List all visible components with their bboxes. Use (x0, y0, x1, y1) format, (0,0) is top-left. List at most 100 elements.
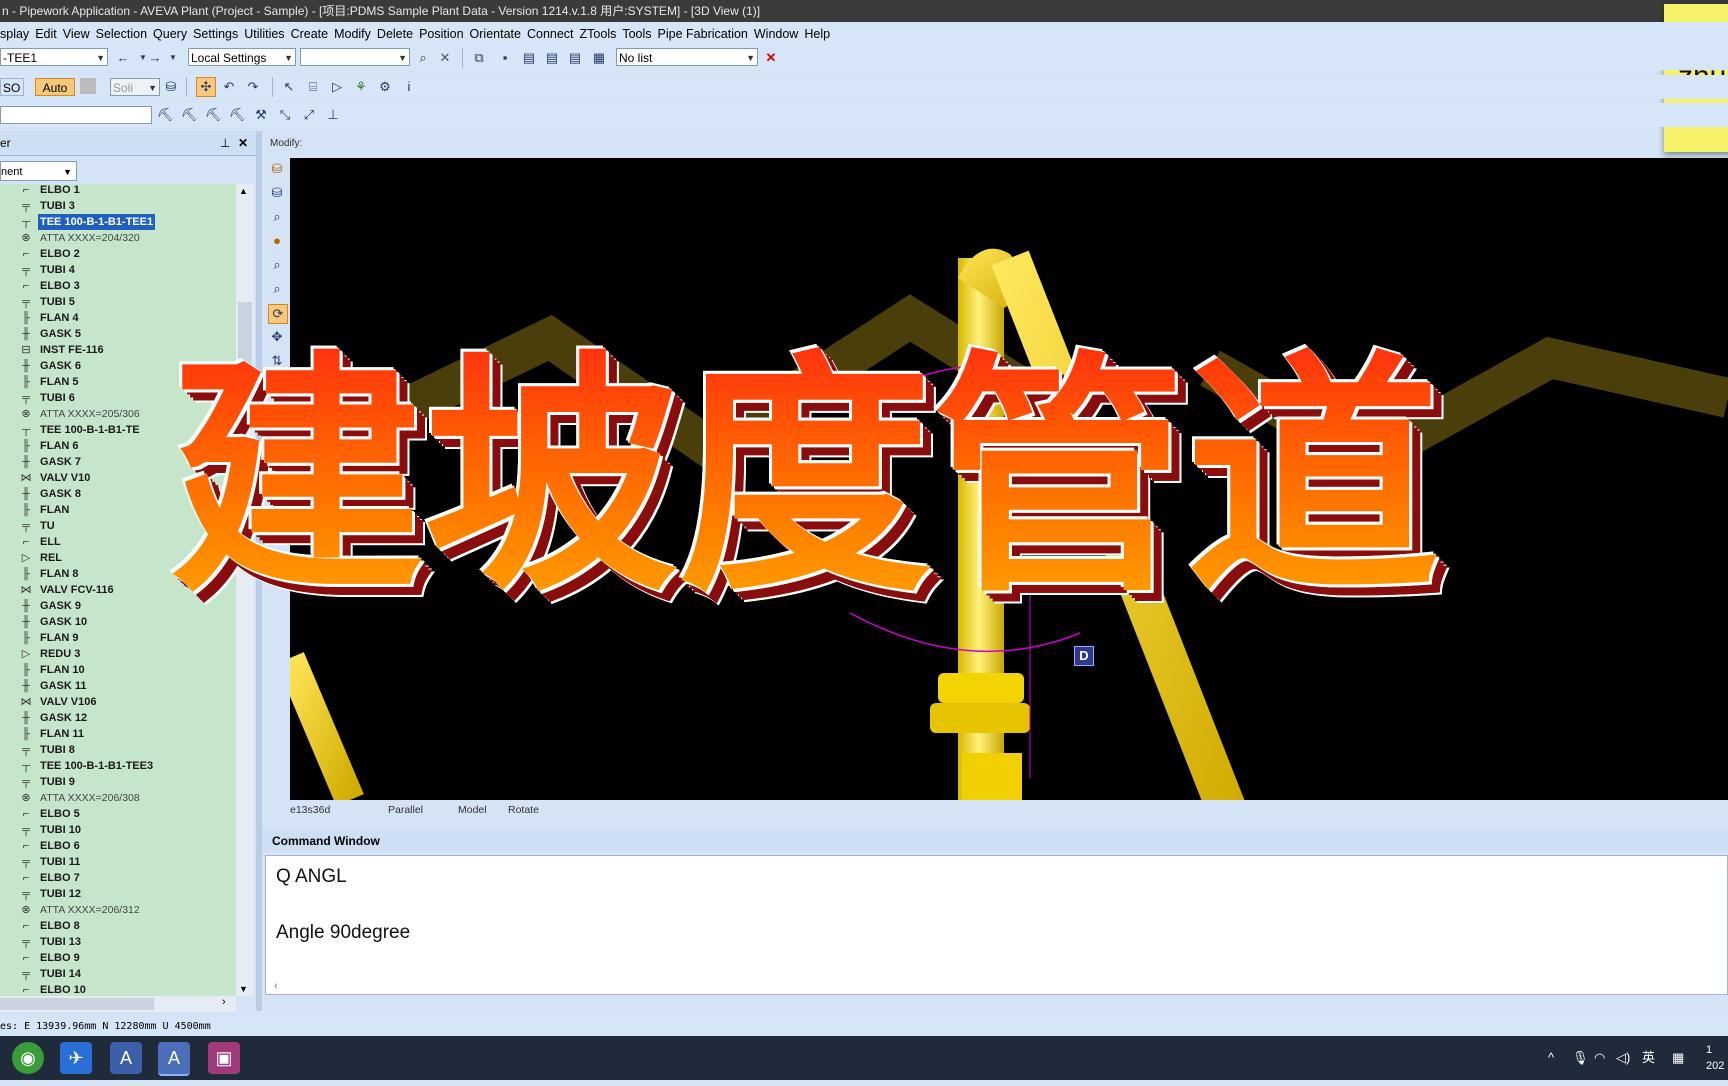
menu-selection[interactable]: Selection (96, 22, 153, 46)
play-icon[interactable]: ▷ (328, 78, 346, 96)
tree-item[interactable]: ⌐ ELBO 1 (0, 184, 236, 198)
pipe-tool-icon-6[interactable]: ⤡ (276, 106, 294, 124)
tree-item[interactable]: ┬ TEE 100-B-1-B1-TEE3 (0, 758, 236, 774)
pipe-tool-icon-7[interactable]: ⤢ (300, 106, 318, 124)
table-icon[interactable]: ▦ (590, 49, 608, 67)
menu-utilities[interactable]: Utilities (244, 22, 290, 46)
app-icon-screen-recorder[interactable]: ▣ (208, 1042, 240, 1074)
scroll-right-icon[interactable]: › (222, 996, 226, 1008)
system-clock[interactable]: 1 202 (1706, 1042, 1724, 1086)
tree-item[interactable]: ┬ TEE 100-B-1-B1-TEE1 (0, 214, 236, 230)
aveva-icon-2[interactable]: A (158, 1042, 190, 1076)
tree-item[interactable]: ╤ TUBI 9 (0, 774, 236, 790)
tree-item[interactable]: ⌐ ELBO 9 (0, 950, 236, 966)
list-icon-1[interactable]: ▤ (520, 49, 538, 67)
settings-combo[interactable]: Local Settings ▼ (188, 48, 296, 66)
pipe-tool-icon-5[interactable]: ⚒ (252, 106, 270, 124)
tree-item[interactable]: ⊗ ATTA XXXX=204/320 (0, 230, 236, 246)
tree-item[interactable]: ╫ GASK 12 (0, 710, 236, 726)
list-combo[interactable]: No list ▼ (616, 48, 758, 66)
pipe-tool-icon-1[interactable]: ⛏ (156, 106, 174, 124)
solid-combo[interactable]: Soli ▼ (110, 78, 160, 96)
tree-item[interactable]: ⌐ ELBO 8 (0, 918, 236, 934)
tree-item[interactable]: ╤ TUBI 3 (0, 198, 236, 214)
microphone-icon[interactable]: 🎙 (1572, 1036, 1589, 1080)
menu-delete[interactable]: Delete (377, 22, 419, 46)
tree-item[interactable]: ⊗ ATTA XXXX=206/308 (0, 790, 236, 806)
database-icon[interactable]: ⛁ (162, 78, 180, 96)
direction-marker[interactable]: D (1074, 646, 1094, 666)
forward-dropdown-icon[interactable]: ▼ (164, 49, 182, 67)
menu-view[interactable]: View (63, 22, 96, 46)
network-icon[interactable]: ◠ (1594, 1036, 1605, 1080)
tree-item[interactable]: ▷ REDU 3 (0, 646, 236, 662)
tree-item[interactable]: ╟ FLAN 4 (0, 310, 236, 326)
zoom-in-icon[interactable]: ⌕ (268, 256, 286, 274)
menu-create[interactable]: Create (291, 22, 335, 46)
tree-item[interactable]: ╫ GASK 11 (0, 678, 236, 694)
binoculars-icon[interactable]: ⌕ (414, 49, 432, 67)
tree-item[interactable]: ╤ TUBI 4 (0, 262, 236, 278)
connect-icon[interactable]: ⚙ (376, 78, 394, 96)
view-tool-icon-3[interactable]: ● (268, 232, 286, 250)
pipe-tool-icon-4[interactable]: ⛏ (228, 106, 246, 124)
tree-item[interactable]: ╟ FLAN 10 (0, 662, 236, 678)
menu-orientate[interactable]: Orientate (470, 22, 527, 46)
tree-horizontal-scrollbar[interactable]: › (0, 996, 236, 1012)
tree-item[interactable]: ╤ TUBI 14 (0, 966, 236, 982)
undo-icon[interactable]: ↶ (220, 78, 238, 96)
pipe-tool-icon-2[interactable]: ⛏ (180, 106, 198, 124)
tree-item[interactable]: ╤ TUBI 12 (0, 886, 236, 902)
menu-query[interactable]: Query (153, 22, 193, 46)
command-window-output[interactable]: Q ANGL Angle 90degree ‹ (265, 855, 1728, 995)
tree-item[interactable]: ⊗ ATTA XXXX=206/312 (0, 902, 236, 918)
secondary-combo[interactable]: ▼ (300, 48, 410, 66)
menu-help[interactable]: Help (804, 22, 836, 46)
tray-chevron-icon[interactable]: ^ (1548, 1036, 1554, 1080)
copy-icon[interactable]: ⧉ (470, 49, 488, 67)
tree-item[interactable]: ╤ TUBI 10 (0, 822, 236, 838)
menu-settings[interactable]: Settings (193, 22, 244, 46)
list-icon-2[interactable]: ▤ (543, 49, 561, 67)
zoom-out-icon[interactable]: ⌕ (268, 280, 286, 298)
command-input-combo[interactable] (0, 106, 152, 124)
tree-item[interactable]: ╟ FLAN 11 (0, 726, 236, 742)
keyboard-grid-icon[interactable]: ▦ (1672, 1036, 1684, 1080)
scroll-down-icon[interactable]: ▼ (239, 984, 248, 994)
tree-item[interactable]: ╤ TUBI 13 (0, 934, 236, 950)
clear-x-icon[interactable]: ✕ (436, 49, 454, 67)
back-arrow-icon[interactable]: ← (114, 49, 132, 67)
list-icon-3[interactable]: ▤ (566, 49, 584, 67)
menu-splay[interactable]: splay (0, 22, 35, 46)
volume-icon[interactable]: ◁) (1616, 1036, 1630, 1080)
menu-position[interactable]: Position (419, 22, 469, 46)
menu-ztools[interactable]: ZTools (580, 22, 623, 46)
text-tool-icon[interactable]: Ꭵ (400, 78, 418, 96)
app-icon-bird[interactable]: ✈ (60, 1042, 92, 1074)
tree-item[interactable]: ╤ TUBI 11 (0, 854, 236, 870)
pipe-tool-icon-3[interactable]: ⛏ (204, 106, 222, 124)
menu-tools[interactable]: Tools (622, 22, 657, 46)
tree-item[interactable]: ⌐ ELBO 7 (0, 870, 236, 886)
color-swatch-icon[interactable] (80, 78, 96, 94)
delete-list-icon[interactable]: ✕ (762, 49, 780, 67)
tree-item[interactable]: ⋈ VALV V106 (0, 694, 236, 710)
pointer-icon[interactable]: ↖ (280, 78, 298, 96)
ime-indicator[interactable]: 英 (1642, 1036, 1655, 1080)
view-tool-icon-1[interactable]: ⛁ (268, 160, 286, 178)
scroll-up-icon[interactable]: ▲ (239, 186, 248, 196)
cw-scroll-left-icon[interactable]: ‹ (274, 980, 278, 992)
app-icon-green[interactable]: ◉ (12, 1042, 44, 1074)
menu-connect[interactable]: Connect (527, 22, 580, 46)
save-icon[interactable]: ▪ (496, 49, 514, 67)
tree-item[interactable]: ╤ TUBI 5 (0, 294, 236, 310)
forward-arrow-icon[interactable]: → (146, 49, 164, 67)
graphics-pick-icon[interactable]: ⌸ (304, 78, 322, 96)
rotate-view-icon[interactable]: ⟳ (268, 304, 288, 324)
iso-combo[interactable]: SO (0, 78, 24, 96)
tree-item[interactable]: ╤ TUBI 8 (0, 742, 236, 758)
menu-edit[interactable]: Edit (35, 22, 63, 46)
close-icon[interactable]: ✕ (238, 131, 248, 155)
tree-item[interactable]: ⌐ ELBO 6 (0, 838, 236, 854)
branch-icon[interactable]: ⚘ (352, 78, 370, 96)
